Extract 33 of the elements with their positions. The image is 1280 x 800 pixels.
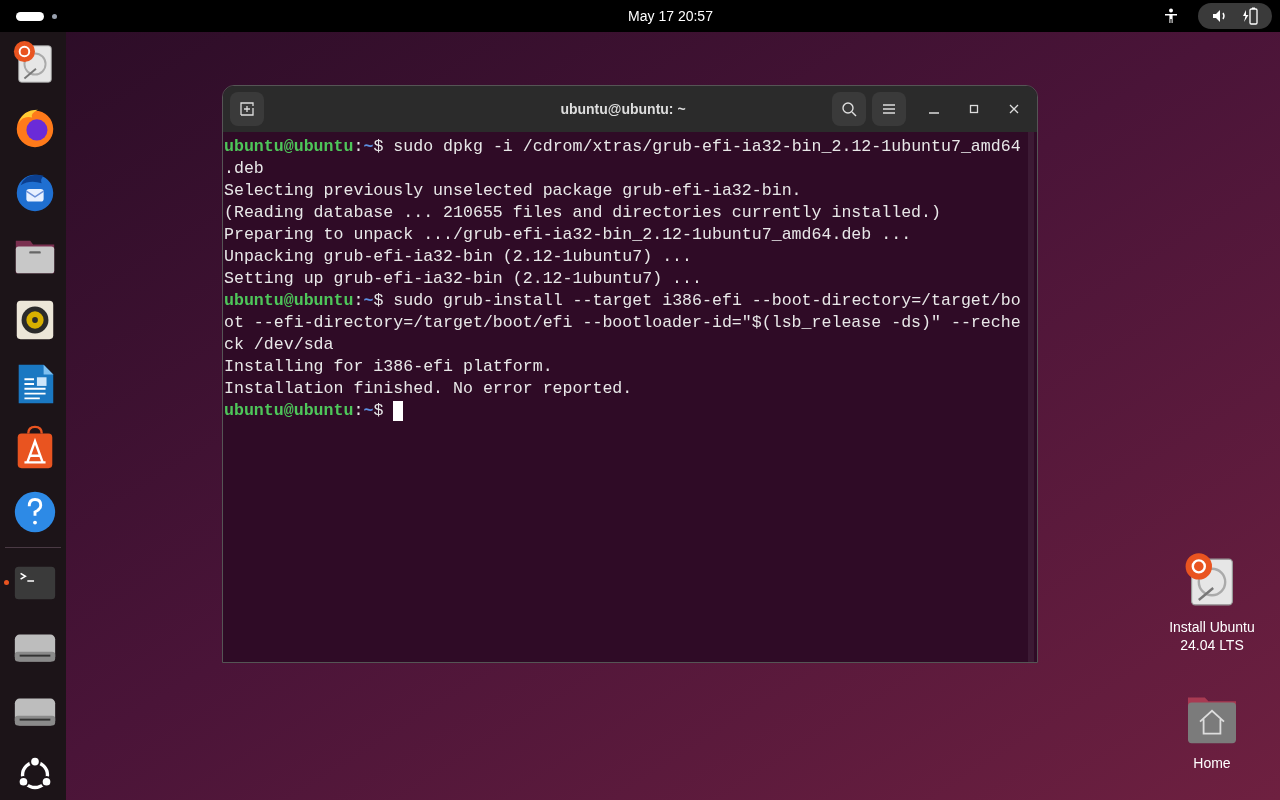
- activities-indicator[interactable]: [16, 11, 44, 21]
- maximize-icon: [969, 104, 979, 114]
- accessibility-icon[interactable]: [1164, 8, 1178, 24]
- terminal-line: ubuntu@ubuntu:~$ sudo dpkg -i /cdrom/xtras/grub-efi-ia32-bin_2.12-1ubuntu7_amd64: [224, 136, 1022, 158]
- terminal-line: Unpacking grub-efi-ia32-bin (2.12-1ubuntu7) ...: [224, 246, 694, 268]
- scrollbar[interactable]: [1028, 132, 1034, 662]
- new-tab-button[interactable]: [230, 92, 264, 126]
- search-button[interactable]: [832, 92, 866, 126]
- close-icon: [1009, 104, 1019, 114]
- minimize-icon: [929, 112, 939, 114]
- system-status-pill[interactable]: [1198, 3, 1272, 29]
- desktop-icon-label[interactable]: Home: [1193, 754, 1231, 772]
- terminal-line: (Reading database ... 210655 files and directories currently installed.): [224, 202, 942, 224]
- terminal-line: Installation finished. No error reported.: [224, 378, 634, 400]
- terminal-line: ck /dev/sda: [224, 334, 335, 356]
- search-icon: [841, 101, 857, 117]
- menu-icon: [882, 103, 896, 115]
- terminal-line: ot --efi-directory=/target/boot/efi --bootloader-id="$(lsb_release -ds)" --reche: [224, 312, 1022, 334]
- running-indicator: [4, 580, 9, 585]
- clock[interactable]: May 17 20:57: [628, 5, 713, 27]
- volume-icon: [1212, 9, 1228, 23]
- window-title: ubuntu@ubuntu: ~: [560, 99, 686, 119]
- terminal-line: ubuntu@ubuntu:~$ sudo grub-install --target i386-efi --boot-directory=/target/bo: [224, 290, 1022, 312]
- menu-button[interactable]: [872, 92, 906, 126]
- terminal-line: Installing for i386-efi platform.: [224, 356, 554, 378]
- terminal-line: Setting up grub-efi-ia32-bin (2.12-1ubuntu7) ...: [224, 268, 703, 290]
- terminal-line: Preparing to unpack .../grub-efi-ia32-bin_2.12-1ubuntu7_amd64.deb ...: [224, 224, 913, 246]
- terminal-line: Selecting previously unselected package grub-efi-ia32-bin.: [224, 180, 803, 202]
- terminal-line: ubuntu@ubuntu:~$: [224, 400, 384, 422]
- desktop-icon-label[interactable]: Install Ubuntu 24.04 LTS: [1169, 618, 1255, 654]
- new-tab-icon: [239, 101, 255, 117]
- battery-charging-icon: [1242, 7, 1258, 25]
- terminal-line: .deb: [224, 158, 265, 180]
